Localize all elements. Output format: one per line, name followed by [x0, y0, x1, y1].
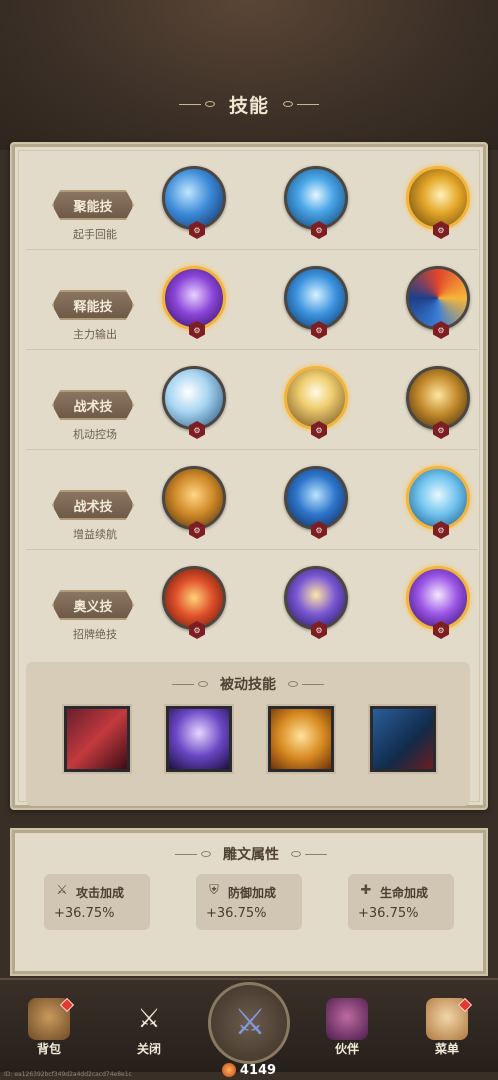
- page-title-bar: 技能: [0, 86, 498, 122]
- shadow-wolf-icon[interactable]: [368, 704, 438, 774]
- passive-ornament-right: [288, 681, 324, 687]
- skill-row: 聚能技 起手回能 ⚙ ⚙ ⚙: [26, 150, 478, 250]
- nav-close[interactable]: ⚔ 关闭: [114, 980, 184, 1072]
- skill-category-label: 战术技: [52, 490, 134, 520]
- water-slash-icon[interactable]: ⚙: [162, 166, 226, 239]
- arcane-sword-icon[interactable]: ⚙: [162, 266, 226, 339]
- golden-dash-icon[interactable]: ⚙: [406, 366, 470, 439]
- wind-arc-icon[interactable]: ⚙: [162, 366, 226, 439]
- title-ornament-left: [178, 101, 215, 107]
- golden-blade-icon[interactable]: ⚙: [406, 166, 470, 239]
- passive-skills-section: 被动技能: [26, 662, 470, 806]
- rune-attributes-panel: 雕文属性 ⚔ 攻击加成 +36.75% ⛨ 防御加成 +36.75% ✚ 生命加…: [10, 828, 488, 976]
- nav-partners[interactable]: 伙伴: [312, 980, 382, 1072]
- title-ornament-right: [283, 101, 319, 107]
- tiger-roar-icon[interactable]: ⚙: [162, 466, 226, 539]
- passive-ornament-left: [172, 681, 208, 687]
- light-burst-icon[interactable]: ⚙: [284, 366, 348, 439]
- elemental-vortex-icon[interactable]: ⚙: [406, 266, 470, 339]
- rune-ornament-right: [291, 851, 327, 857]
- skill-category-label: 奥义技: [52, 590, 134, 620]
- frost-tiger-icon[interactable]: ⚙: [284, 466, 348, 539]
- health-bonus-value: +36.75%: [358, 906, 419, 921]
- skill-category-label: 战术技: [52, 390, 134, 420]
- ice-shards-icon[interactable]: ⚙: [284, 266, 348, 339]
- passive-skills-title: 被动技能: [220, 677, 276, 693]
- skill-category-subtitle: 增益续航: [73, 528, 117, 541]
- spirit-shield-icon[interactable]: ⚙: [406, 466, 470, 539]
- violet-strike-icon[interactable]: ⚙: [406, 566, 470, 639]
- cave-background: [0, 0, 498, 150]
- rune-ornament-left: [175, 851, 211, 857]
- build-id-text: ID: ea126392bcf349d2a4dd2cacd74e8e1c: [4, 1071, 132, 1078]
- sword-icon: ⚔: [56, 883, 68, 898]
- skill-row: 战术技 增益续航 ⚙ ⚙ ⚙: [26, 450, 478, 550]
- claw-rend-icon[interactable]: [62, 704, 132, 774]
- defense-bonus-card: ⛨ 防御加成 +36.75%: [196, 874, 302, 930]
- water-wave-icon[interactable]: ⚙: [284, 166, 348, 239]
- skill-category-subtitle: 招牌绝技: [73, 628, 117, 641]
- rune-attributes-title: 雕文属性: [223, 847, 279, 863]
- nav-menu[interactable]: 菜单: [412, 980, 482, 1072]
- skill-category-subtitle: 起手回能: [73, 228, 117, 241]
- arcane-titan-icon[interactable]: ⚙: [284, 566, 348, 639]
- skill-category-label: 释能技: [52, 290, 134, 320]
- nav-backpack[interactable]: 背包: [14, 980, 84, 1072]
- battle-emblem-button[interactable]: ⚔: [208, 982, 290, 1064]
- shield-icon: ⛨: [209, 883, 219, 898]
- sage-tome-icon[interactable]: [164, 704, 234, 774]
- skill-category-label: 聚能技: [52, 190, 134, 220]
- flame-warrior-icon[interactable]: ⚙: [162, 566, 226, 639]
- winged-helm-icon: [326, 998, 368, 1040]
- skill-row: 战术技 机动控场 ⚙ ⚙ ⚙: [26, 350, 478, 450]
- skill-category-subtitle: 主力输出: [73, 328, 117, 341]
- shield-hammer-icon[interactable]: [266, 704, 336, 774]
- health-bonus-card: ✚ 生命加成 +36.75%: [348, 874, 454, 930]
- fire-orb-icon: [221, 1063, 236, 1077]
- skill-row: 奥义技 招牌绝技 ⚙ ⚙ ⚙: [26, 550, 478, 650]
- defense-bonus-value: +36.75%: [206, 906, 267, 921]
- skill-category-subtitle: 机动控场: [73, 428, 117, 441]
- attack-bonus-value: +36.75%: [54, 906, 115, 921]
- currency-counter: 4149: [214, 1060, 284, 1080]
- crossed-swords-icon: ⚔: [137, 1004, 161, 1034]
- attack-bonus-card: ⚔ 攻击加成 +36.75%: [44, 874, 150, 930]
- heart-plus-icon: ✚: [360, 883, 372, 898]
- page-title: 技能: [228, 94, 269, 117]
- crossed-swords-icon: ⚔: [233, 1001, 267, 1043]
- skill-row: 释能技 主力输出 ⚙ ⚙ ⚙: [26, 250, 478, 350]
